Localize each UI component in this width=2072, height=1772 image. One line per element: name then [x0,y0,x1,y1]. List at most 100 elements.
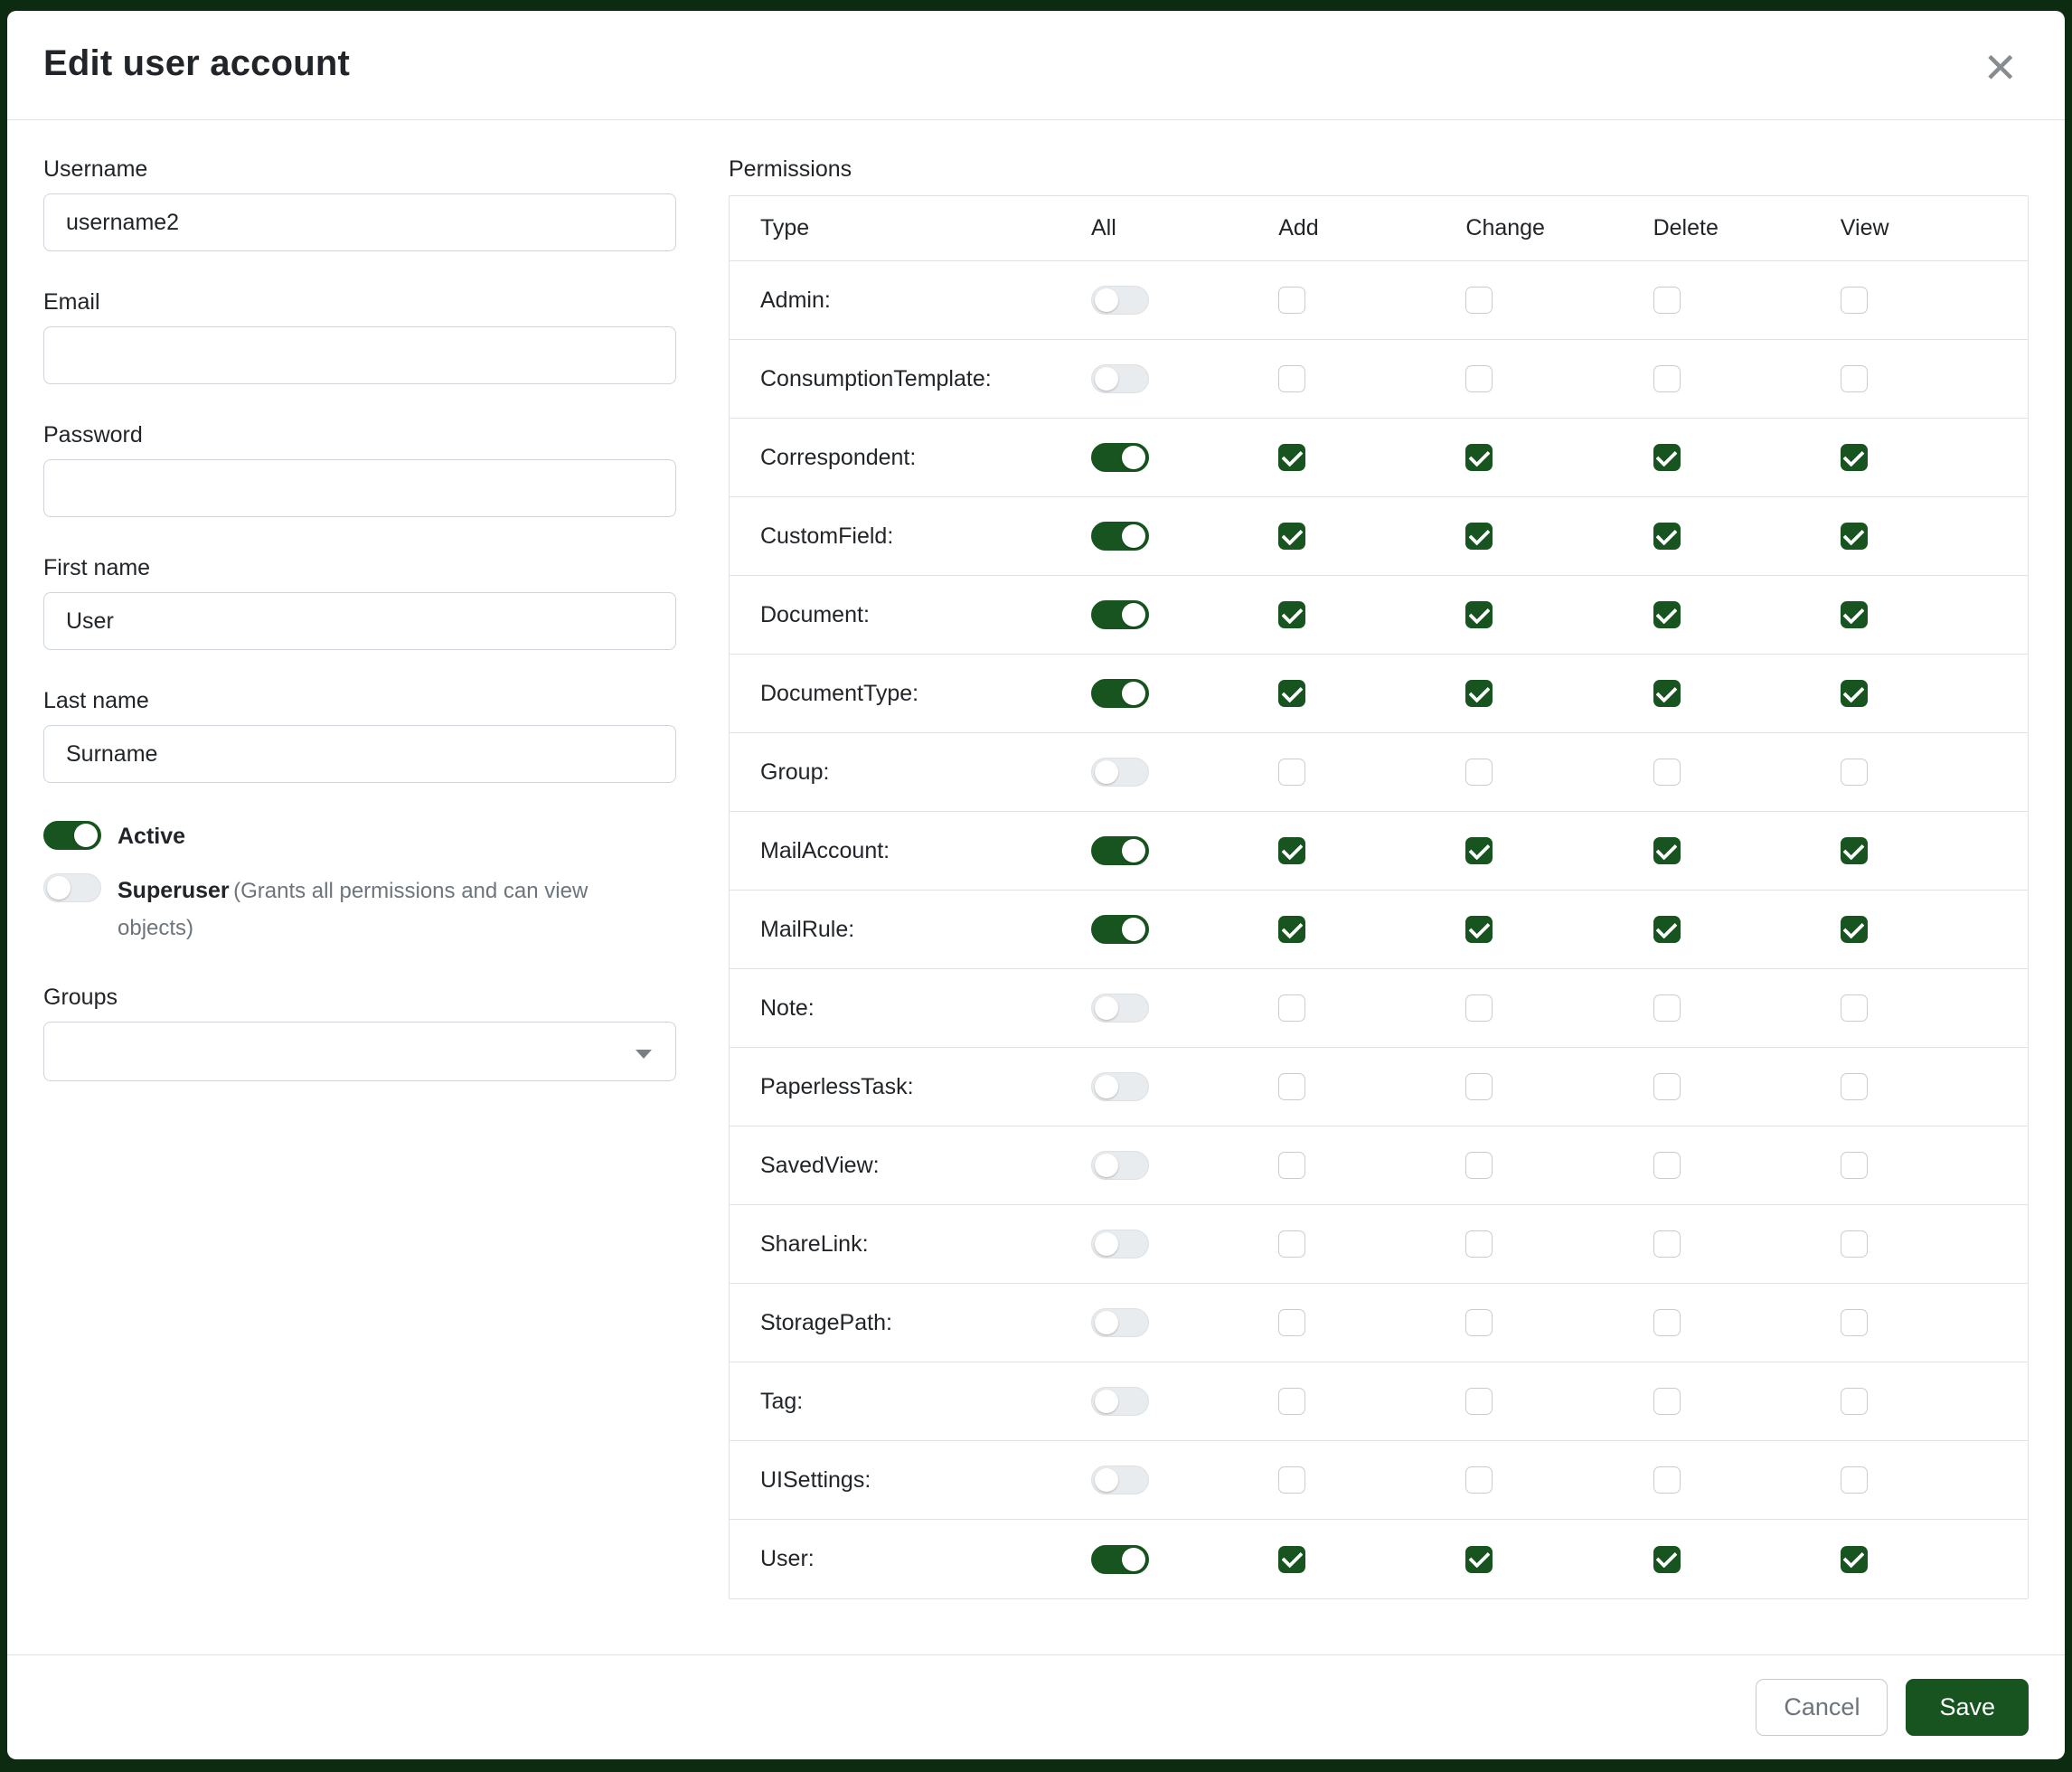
change-checkbox[interactable] [1465,1466,1493,1494]
delete-checkbox[interactable] [1653,1073,1681,1100]
all-toggle[interactable] [1091,679,1149,708]
add-checkbox[interactable] [1278,1152,1305,1179]
change-checkbox[interactable] [1465,916,1493,943]
change-checkbox[interactable] [1465,365,1493,392]
change-checkbox[interactable] [1465,837,1493,864]
view-checkbox[interactable] [1841,365,1868,392]
all-toggle[interactable] [1091,1230,1149,1258]
delete-checkbox[interactable] [1653,1230,1681,1258]
all-toggle[interactable] [1091,600,1149,629]
add-checkbox[interactable] [1278,1466,1305,1494]
add-checkbox[interactable] [1278,1230,1305,1258]
change-checkbox[interactable] [1465,759,1493,786]
change-checkbox[interactable] [1465,601,1493,628]
all-toggle[interactable] [1091,1072,1149,1101]
view-checkbox[interactable] [1841,1073,1868,1100]
permission-add-cell [1278,1230,1465,1258]
add-checkbox[interactable] [1278,1309,1305,1336]
view-checkbox[interactable] [1841,680,1868,707]
change-checkbox[interactable] [1465,1309,1493,1336]
change-checkbox[interactable] [1465,444,1493,471]
add-checkbox[interactable] [1278,680,1305,707]
view-checkbox[interactable] [1841,1546,1868,1573]
add-checkbox[interactable] [1278,365,1305,392]
permission-add-cell [1278,994,1465,1022]
all-toggle[interactable] [1091,1308,1149,1337]
all-toggle[interactable] [1091,1466,1149,1494]
view-checkbox[interactable] [1841,1152,1868,1179]
add-checkbox[interactable] [1278,916,1305,943]
delete-checkbox[interactable] [1653,837,1681,864]
delete-checkbox[interactable] [1653,680,1681,707]
username-input[interactable] [43,193,676,251]
view-checkbox[interactable] [1841,1466,1868,1494]
view-checkbox[interactable] [1841,759,1868,786]
groups-select[interactable] [43,1022,676,1081]
all-toggle[interactable] [1091,915,1149,944]
view-checkbox[interactable] [1841,916,1868,943]
delete-checkbox[interactable] [1653,1546,1681,1573]
view-checkbox[interactable] [1841,1309,1868,1336]
all-toggle[interactable] [1091,1545,1149,1574]
add-checkbox[interactable] [1278,994,1305,1022]
permission-change-cell [1465,1388,1653,1415]
view-checkbox[interactable] [1841,1230,1868,1258]
active-toggle[interactable] [43,821,101,850]
superuser-toggle[interactable] [43,873,101,902]
view-checkbox[interactable] [1841,837,1868,864]
change-checkbox[interactable] [1465,287,1493,314]
view-checkbox[interactable] [1841,994,1868,1022]
all-toggle[interactable] [1091,994,1149,1023]
all-toggle[interactable] [1091,443,1149,472]
change-checkbox[interactable] [1465,1230,1493,1258]
save-button[interactable]: Save [1906,1679,2029,1736]
view-checkbox[interactable] [1841,523,1868,550]
password-input[interactable] [43,459,676,517]
delete-checkbox[interactable] [1653,994,1681,1022]
change-checkbox[interactable] [1465,1152,1493,1179]
delete-checkbox[interactable] [1653,1388,1681,1415]
all-toggle[interactable] [1091,1387,1149,1416]
change-checkbox[interactable] [1465,680,1493,707]
view-checkbox[interactable] [1841,1388,1868,1415]
add-checkbox[interactable] [1278,601,1305,628]
change-checkbox[interactable] [1465,1546,1493,1573]
delete-checkbox[interactable] [1653,444,1681,471]
cancel-button[interactable]: Cancel [1756,1679,1888,1736]
add-checkbox[interactable] [1278,1546,1305,1573]
view-checkbox[interactable] [1841,444,1868,471]
all-toggle[interactable] [1091,286,1149,315]
delete-checkbox[interactable] [1653,365,1681,392]
delete-checkbox[interactable] [1653,1152,1681,1179]
all-toggle[interactable] [1091,758,1149,787]
delete-checkbox[interactable] [1653,1309,1681,1336]
all-toggle[interactable] [1091,836,1149,865]
add-checkbox[interactable] [1278,1388,1305,1415]
view-checkbox[interactable] [1841,287,1868,314]
add-checkbox[interactable] [1278,287,1305,314]
all-toggle[interactable] [1091,1151,1149,1180]
delete-checkbox[interactable] [1653,287,1681,314]
delete-checkbox[interactable] [1653,523,1681,550]
delete-checkbox[interactable] [1653,759,1681,786]
add-checkbox[interactable] [1278,759,1305,786]
change-checkbox[interactable] [1465,1388,1493,1415]
email-input[interactable] [43,326,676,384]
delete-checkbox[interactable] [1653,601,1681,628]
all-toggle[interactable] [1091,522,1149,551]
delete-checkbox[interactable] [1653,1466,1681,1494]
change-checkbox[interactable] [1465,1073,1493,1100]
all-toggle[interactable] [1091,364,1149,393]
add-checkbox[interactable] [1278,1073,1305,1100]
add-checkbox[interactable] [1278,837,1305,864]
view-checkbox[interactable] [1841,601,1868,628]
delete-checkbox[interactable] [1653,916,1681,943]
add-checkbox[interactable] [1278,444,1305,471]
toggle-knob [1122,524,1145,548]
add-checkbox[interactable] [1278,523,1305,550]
change-checkbox[interactable] [1465,994,1493,1022]
change-checkbox[interactable] [1465,523,1493,550]
first-name-input[interactable] [43,592,676,650]
last-name-input[interactable] [43,725,676,783]
close-icon[interactable]: ✕ [1975,43,2025,92]
